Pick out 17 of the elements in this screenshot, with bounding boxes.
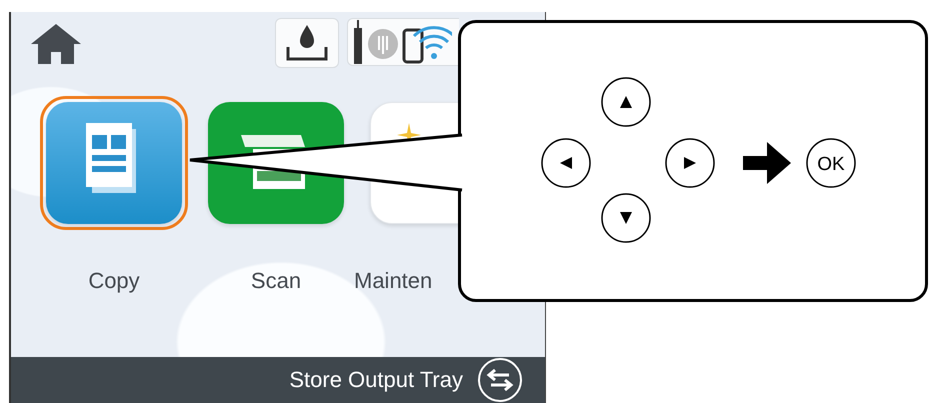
bottom-bar-label[interactable]: Store Output Tray <box>289 367 463 393</box>
ink-drop-icon <box>284 23 330 63</box>
right-button[interactable] <box>665 138 715 188</box>
copy-app-button[interactable] <box>40 96 188 230</box>
up-button[interactable] <box>601 77 651 127</box>
ok-button[interactable]: OK <box>806 138 856 188</box>
swap-icon[interactable] <box>477 357 523 403</box>
router-icon <box>354 20 398 64</box>
app-label: Copy <box>88 268 140 294</box>
app-label: Scan <box>250 268 302 294</box>
app-label: Mainten <box>354 268 432 294</box>
home-icon[interactable] <box>29 22 83 64</box>
down-button[interactable] <box>601 193 651 243</box>
ink-status-button[interactable] <box>275 18 339 68</box>
network-status-button[interactable] <box>347 18 459 66</box>
right-arrow-icon <box>743 142 791 184</box>
left-button[interactable] <box>541 138 591 188</box>
